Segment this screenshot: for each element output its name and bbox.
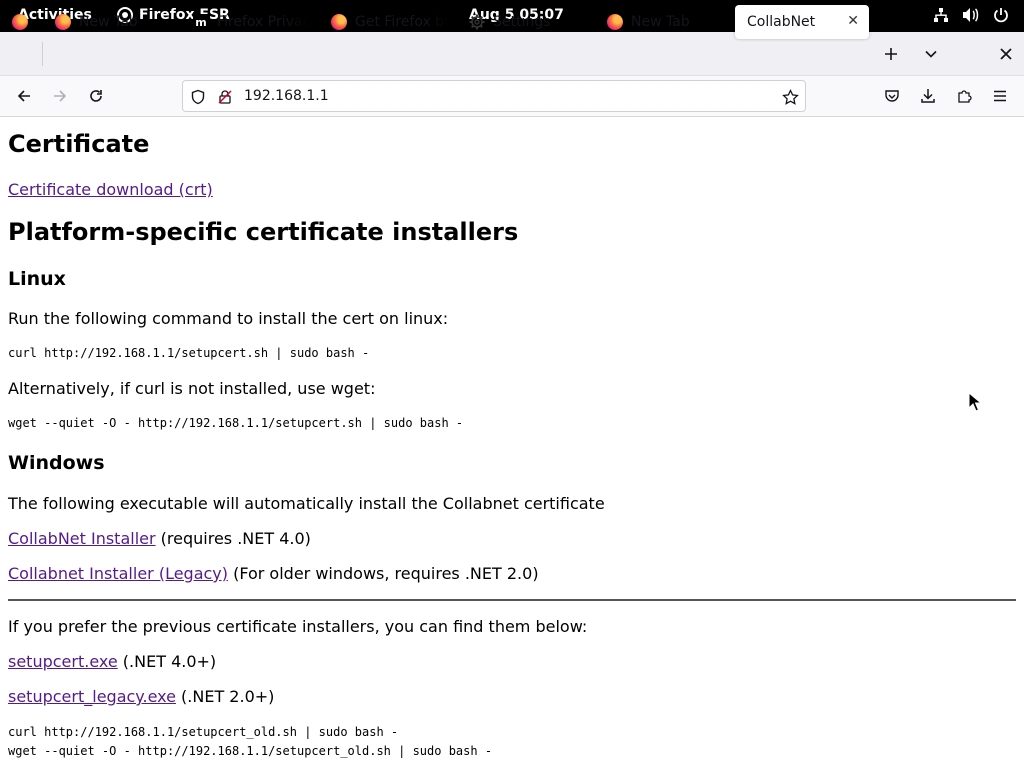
close-tab-icon[interactable]: ✕ <box>847 13 859 29</box>
installer-paragraph: CollabNet Installer (requires .NET 4.0) <box>8 529 311 548</box>
tab-label: Settings <box>493 14 551 30</box>
installers-heading: Platform-specific certificate installers <box>8 218 519 246</box>
legacy-installer-note: (For older windows, requires .NET 2.0) <box>228 564 539 583</box>
extensions-button[interactable] <box>950 82 978 110</box>
downloads-button[interactable] <box>914 82 942 110</box>
chevron-down-icon <box>925 50 937 58</box>
plus-icon <box>885 48 897 60</box>
shield-icon[interactable] <box>189 88 207 106</box>
gear-icon <box>469 14 485 30</box>
previous-installers-intro: If you prefer the previous certificate i… <box>8 617 588 636</box>
setupcert-note: (.NET 4.0+) <box>117 652 217 671</box>
m-site-icon: m <box>193 14 209 30</box>
app-menu-button[interactable] <box>986 82 1014 110</box>
new-tab-button[interactable] <box>875 38 907 70</box>
setupcert-legacy-exe-link[interactable]: setupcert_legacy.exe <box>8 687 176 706</box>
divider <box>8 599 1016 601</box>
reload-icon <box>90 90 102 102</box>
mouse-cursor-icon <box>968 392 982 412</box>
back-arrow-icon <box>17 90 30 102</box>
firefox-icon <box>607 14 623 30</box>
tab-label: Firefox Privacy <box>217 14 311 30</box>
system-tray[interactable] <box>932 6 1010 24</box>
pocket-button[interactable] <box>878 82 906 110</box>
tab-new-tab-2[interactable]: New Tab <box>595 5 731 39</box>
linux-alternative: Alternatively, if curl is not installed,… <box>8 379 376 398</box>
tab-pinned-firefox[interactable] <box>0 5 40 39</box>
tab-label: Get Firefox bro <box>355 14 451 30</box>
windows-intro: The following executable will automatica… <box>8 494 605 513</box>
legacy-installer-paragraph: Collabnet Installer (Legacy) (For older … <box>8 564 539 583</box>
puzzle-icon <box>958 90 972 103</box>
pocket-icon <box>885 90 899 102</box>
forward-button[interactable] <box>46 82 74 110</box>
tab-settings[interactable]: Settings <box>457 5 593 39</box>
tab-new-tab-1[interactable]: New Tab <box>43 5 179 39</box>
bookmark-star-icon[interactable] <box>781 88 799 106</box>
setupcert-paragraph: setupcert.exe (.NET 4.0+) <box>8 652 216 671</box>
navigation-toolbar: 192.168.1.1 <box>0 76 1024 117</box>
firefox-icon <box>55 14 71 30</box>
firefox-icon <box>12 14 28 30</box>
tab-label: New Tab <box>631 14 690 30</box>
cert-download-paragraph: Certificate download (crt) <box>8 180 213 199</box>
reload-button[interactable] <box>82 82 110 110</box>
tab-label: New Tab <box>79 14 138 30</box>
certificate-download-link[interactable]: Certificate download (crt) <box>8 180 213 199</box>
forward-arrow-icon <box>54 90 67 102</box>
tab-separator <box>42 42 43 66</box>
list-all-tabs-button[interactable] <box>915 38 947 70</box>
power-icon[interactable] <box>992 6 1010 24</box>
firefox-icon <box>331 14 347 30</box>
tab-get-firefox[interactable]: Get Firefox bro <box>319 5 451 39</box>
download-icon <box>921 89 935 103</box>
close-window-button[interactable] <box>990 38 1022 70</box>
tab-firefox-privacy[interactable]: m Firefox Privacy <box>181 5 311 39</box>
setupcert-legacy-note: (.NET 2.0+) <box>175 687 275 706</box>
setupcert-exe-link[interactable]: setupcert.exe <box>8 652 118 671</box>
old-curl-command: curl http://192.168.1.1/setupcert_old.sh… <box>8 725 399 739</box>
linux-curl-command: curl http://192.168.1.1/setupcert.sh | s… <box>8 346 370 360</box>
url-text[interactable]: 192.168.1.1 <box>244 88 329 104</box>
setupcert-legacy-paragraph: setupcert_legacy.exe (.NET 2.0+) <box>8 687 274 706</box>
collabnet-legacy-installer-link[interactable]: Collabnet Installer (Legacy) <box>8 564 228 583</box>
volume-icon[interactable] <box>962 6 980 24</box>
linux-heading: Linux <box>8 268 66 290</box>
page-content: Certificate Certificate download (crt) P… <box>0 117 1024 768</box>
url-bar[interactable]: 192.168.1.1 <box>182 80 806 112</box>
windows-heading: Windows <box>8 452 105 474</box>
hamburger-menu-icon <box>994 90 1006 102</box>
page-title: Certificate <box>8 130 150 158</box>
back-button[interactable] <box>10 82 38 110</box>
tab-label: CollabNet <box>747 14 816 30</box>
collabnet-installer-link[interactable]: CollabNet Installer <box>8 529 156 548</box>
network-icon[interactable] <box>932 6 950 24</box>
old-wget-command: wget --quiet -O - http://192.168.1.1/set… <box>8 744 493 758</box>
close-icon <box>1000 48 1012 60</box>
linux-wget-command: wget --quiet -O - http://192.168.1.1/set… <box>8 416 464 430</box>
tab-collabnet[interactable]: CollabNet ✕ <box>735 5 869 39</box>
linux-intro: Run the following command to install the… <box>8 309 449 328</box>
insecure-lock-icon[interactable] <box>216 88 234 106</box>
installer-note: (requires .NET 4.0) <box>155 529 311 548</box>
